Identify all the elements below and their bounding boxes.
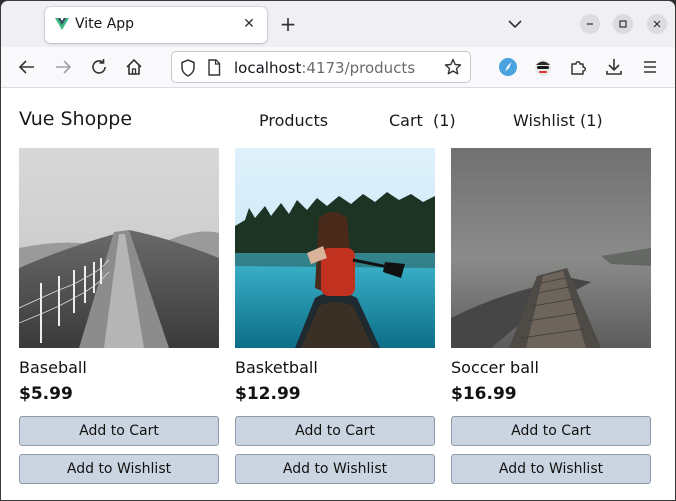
product-price: $16.99: [451, 384, 517, 404]
navigation-toolbar: localhost:4173/products: [1, 47, 675, 88]
address-bar[interactable]: localhost:4173/products: [171, 51, 471, 83]
add-to-wishlist-button[interactable]: Add to Wishlist: [451, 454, 651, 484]
nav-link-wishlist[interactable]: Wishlist (1): [513, 111, 603, 130]
product-image: [19, 148, 219, 348]
home-icon[interactable]: [123, 56, 145, 78]
url-path: :4173/products: [301, 59, 416, 77]
download-icon[interactable]: [603, 56, 625, 78]
add-to-cart-button[interactable]: Add to Cart: [451, 416, 651, 446]
maximize-icon[interactable]: [613, 14, 633, 34]
product-card: Basketball $12.99 Add to Cart Add to Wis…: [235, 148, 435, 484]
page-content: Vue Shoppe Products Cart (1) Wishlist (1…: [1, 88, 675, 500]
product-name: Baseball: [19, 358, 87, 377]
tab-strip: Vite App ✕ +: [1, 1, 675, 47]
add-to-wishlist-button[interactable]: Add to Wishlist: [19, 454, 219, 484]
site-title: Vue Shoppe: [19, 108, 133, 130]
shield-icon[interactable]: [180, 59, 196, 77]
product-price: $12.99: [235, 384, 301, 404]
chevron-down-icon[interactable]: [505, 14, 525, 34]
window-close-icon[interactable]: [647, 14, 667, 34]
add-to-cart-button[interactable]: Add to Cart: [19, 416, 219, 446]
close-tab-icon[interactable]: ✕: [240, 15, 258, 33]
product-image: [235, 148, 435, 348]
browser-window: Vite App ✕ + localhost:4173/products Vue…: [0, 0, 676, 501]
page-icon[interactable]: [207, 59, 221, 76]
product-card: Soccer ball $16.99 Add to Cart Add to Wi…: [451, 148, 651, 484]
browser-tab[interactable]: Vite App ✕: [45, 7, 267, 43]
hamburger-menu-icon[interactable]: [639, 56, 661, 78]
nav-link-products[interactable]: Products: [259, 111, 328, 130]
nav-link-cart[interactable]: Cart (1): [389, 111, 456, 130]
product-image: [451, 148, 651, 348]
product-name: Soccer ball: [451, 358, 539, 377]
product-name: Basketball: [235, 358, 318, 377]
product-card: Baseball $5.99 Add to Cart Add to Wishli…: [19, 148, 219, 484]
extensions-puzzle-icon[interactable]: [567, 56, 589, 78]
url-host: localhost: [234, 59, 302, 77]
product-price: $5.99: [19, 384, 73, 404]
bookmark-star-icon[interactable]: [444, 58, 462, 76]
vue-logo-icon: [55, 18, 69, 30]
new-tab-icon[interactable]: +: [277, 13, 299, 35]
url-text[interactable]: localhost:4173/products: [234, 59, 415, 77]
extension-compass-icon[interactable]: [497, 56, 519, 78]
forward-arrow-icon[interactable]: [52, 56, 74, 78]
tab-title: Vite App: [75, 16, 135, 32]
add-to-wishlist-button[interactable]: Add to Wishlist: [235, 454, 435, 484]
minimize-icon[interactable]: [580, 14, 600, 34]
back-arrow-icon[interactable]: [16, 56, 38, 78]
add-to-cart-button[interactable]: Add to Cart: [235, 416, 435, 446]
extension-spy-icon[interactable]: [532, 56, 554, 78]
reload-icon[interactable]: [88, 56, 110, 78]
